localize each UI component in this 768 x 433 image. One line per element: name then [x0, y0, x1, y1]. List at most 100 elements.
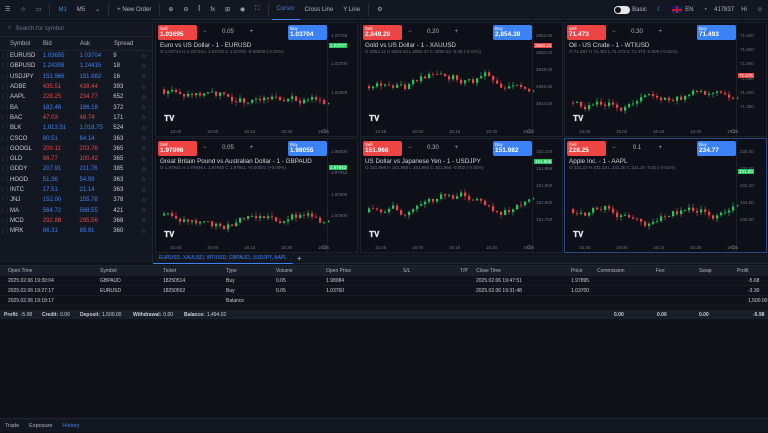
- col-spread[interactable]: Spread: [114, 41, 142, 47]
- watchlist-row[interactable]: ⋮⋮ INTC 17.51 21.14 363 ☆: [0, 185, 152, 195]
- minus-icon[interactable]: −: [197, 29, 213, 35]
- moon-icon[interactable]: ☾: [652, 0, 667, 20]
- template-icon[interactable]: ⊞: [220, 0, 235, 20]
- account-icon[interactable]: ◔: [699, 0, 713, 20]
- time-axis[interactable]: 15:45 16:00 16:15 16:30 16:45 ⊙: [565, 242, 738, 252]
- buy-button[interactable]: Buy 71.493: [697, 25, 736, 40]
- new-order-button[interactable]: + New Order: [112, 0, 156, 20]
- buy-button[interactable]: Buy 1.03704: [288, 25, 327, 40]
- candle-type-icon[interactable]: ⫿: [193, 0, 205, 20]
- minus-icon[interactable]: −: [606, 145, 622, 151]
- watchlist-row[interactable]: ⋮⋮ MA 564.72 568.55 421 ☆: [0, 205, 152, 215]
- time-axis[interactable]: 15:45 16:00 16:15 16:30 16:45 ⊙: [156, 126, 329, 136]
- drag-handle-icon[interactable]: ⋮⋮: [0, 63, 10, 69]
- timeframe-m5[interactable]: M5: [72, 0, 90, 20]
- chart-panel[interactable]: Sell|BuySell71.473 −0.30+ Buy71.493 Oil …: [564, 22, 767, 137]
- history-col-header[interactable]: Swap: [699, 268, 712, 274]
- chart-panel[interactable]: Sell|BuySell1.03695 −0.05+ Buy1.03704 Eu…: [155, 22, 358, 137]
- lot-stepper[interactable]: −0.1 +: [606, 145, 668, 151]
- lot-stepper[interactable]: −0.05 +: [197, 145, 259, 151]
- drag-handle-icon[interactable]: ⋮⋮: [0, 156, 10, 162]
- col-ask[interactable]: Ask: [80, 41, 114, 47]
- watchlist-row[interactable]: ⋮⋮ GBPUSD 1.24398 1.24415 18 ☆: [0, 61, 152, 71]
- candlestick-chart[interactable]: [571, 45, 739, 130]
- lot-value[interactable]: 0.30: [421, 145, 445, 151]
- menu-icon[interactable]: ☰: [0, 0, 15, 20]
- buy-button[interactable]: Buy 2,854.39: [493, 25, 532, 40]
- star-icon[interactable]: ☆: [141, 104, 152, 111]
- star-icon[interactable]: ☆: [141, 217, 152, 224]
- chart-panel[interactable]: Sell|BuySell2,849.29 −0.20+ Buy2,854.39 …: [360, 22, 563, 137]
- star-icon[interactable]: ☆: [141, 197, 152, 204]
- settings-icon[interactable]: ⊙: [527, 244, 532, 251]
- drag-handle-icon[interactable]: ⋮⋮: [0, 125, 10, 131]
- chart-panel[interactable]: Sell|BuySell228.25 −0.1+ Buy234.77 Apple…: [564, 138, 767, 253]
- history-col-header[interactable]: Volume: [276, 268, 293, 274]
- chart-panel[interactable]: Sell|BuySell1.97896 −0.05+ Buy1.98055 Gr…: [155, 138, 358, 253]
- history-col-header[interactable]: Price: [571, 268, 582, 274]
- watchlist-row[interactable]: ⋮⋮ USDJPY 151.966 151.982 16 ☆: [0, 72, 152, 82]
- language-select[interactable]: EN: [667, 0, 698, 20]
- sell-button[interactable]: Sell|BuySell2,849.29: [363, 25, 402, 40]
- star-icon[interactable]: ☆: [15, 0, 30, 20]
- tab-trade[interactable]: Trade: [0, 419, 24, 433]
- watchlist-row[interactable]: ⋮⋮ MCD 292.88 295.56 368 ☆: [0, 216, 152, 226]
- indicator-button[interactable]: fx: [205, 0, 220, 20]
- cursor-tool[interactable]: Cursor: [271, 0, 300, 20]
- minus-icon[interactable]: −: [402, 145, 418, 151]
- candlestick-chart[interactable]: [367, 161, 535, 246]
- price-axis[interactable]: 152.100 151.966 151.900 151.800 151.700 151.…: [532, 139, 562, 252]
- watchlist-row[interactable]: ⋮⋮ GOOGL 200.11 203.76 365 ☆: [0, 144, 152, 154]
- history-col-header[interactable]: Open Price: [326, 268, 351, 274]
- time-axis[interactable]: 15:45 16:00 16:15 16:30 16:45 ⊙: [565, 126, 738, 136]
- settings-icon[interactable]: ⊙: [322, 128, 327, 135]
- star-icon[interactable]: ☆: [141, 125, 152, 132]
- star-icon[interactable]: ☆: [141, 228, 152, 235]
- drag-handle-icon[interactable]: ⋮⋮: [0, 84, 10, 90]
- candlestick-chart[interactable]: [571, 161, 739, 246]
- watchlist-row[interactable]: ⋮⋮ ADBE 435.51 439.44 393 ☆: [0, 82, 152, 92]
- drag-handle-icon[interactable]: ⋮⋮: [0, 197, 10, 203]
- settings-icon[interactable]: ⊙: [731, 128, 736, 135]
- history-col-header[interactable]: S/L: [403, 268, 411, 274]
- crossline-tool[interactable]: Cross Line: [300, 0, 339, 20]
- tab-history[interactable]: History: [57, 419, 84, 433]
- mode-toggle[interactable]: Basic: [609, 0, 652, 20]
- settings-icon[interactable]: ⊙: [731, 244, 736, 251]
- history-col-header[interactable]: Symbol: [100, 268, 117, 274]
- drag-handle-icon[interactable]: ⋮⋮: [0, 115, 10, 121]
- watchlist-row[interactable]: ⋮⋮ BLK 1,013.51 1,018.75 524 ☆: [0, 123, 152, 133]
- drag-handle-icon[interactable]: ⋮⋮: [0, 177, 10, 183]
- chevron-down-icon[interactable]: ⌄: [90, 0, 105, 20]
- col-bid[interactable]: Bid: [43, 41, 80, 47]
- star-icon[interactable]: ☆: [141, 176, 152, 183]
- price-axis[interactable]: 1.03769 1.03700 1.03650 1.03707: [327, 23, 357, 136]
- user-icon[interactable]: ☺: [752, 0, 768, 20]
- watchlist-row[interactable]: ⋮⋮ CSCO 60.51 64.14 363 ☆: [0, 133, 152, 143]
- history-col-header[interactable]: Fee: [656, 268, 665, 274]
- watchlist-row[interactable]: ⋮⋮ AAPL 228.25 234.77 652 ☆: [0, 92, 152, 102]
- star-icon[interactable]: ☆: [141, 156, 152, 163]
- tab-exposure[interactable]: Exposure: [24, 419, 57, 433]
- watchlist-row[interactable]: ⋮⋮ BA 182.46 186.18 372 ☆: [0, 102, 152, 112]
- time-axis[interactable]: 15:45 16:00 16:15 16:30 16:45 ⊙: [361, 126, 534, 136]
- drag-handle-icon[interactable]: ⋮⋮: [0, 218, 10, 224]
- history-row[interactable]: 2025.02.06 19:30:04 GBPAUD 18250514 Buy 0.05…: [0, 276, 768, 286]
- plus-icon[interactable]: +: [448, 29, 464, 35]
- time-axis[interactable]: 15:45 16:00 16:15 16:30 16:45 ⊙: [156, 242, 329, 252]
- watchlist-row[interactable]: ⋮⋮ GLD 96.77 100.42 365 ☆: [0, 154, 152, 164]
- search-input[interactable]: ⌕ Search for symbol: [0, 21, 152, 37]
- star-icon[interactable]: ☆: [141, 114, 152, 121]
- drag-handle-icon[interactable]: ⋮⋮: [0, 94, 10, 100]
- drag-handle-icon[interactable]: ⋮⋮: [0, 146, 10, 152]
- drag-handle-icon[interactable]: ⋮⋮: [0, 74, 10, 80]
- zoom-in-icon[interactable]: ⊕: [163, 0, 178, 20]
- price-axis[interactable]: 71.600 71.550 71.500 71.450 71.400 71.350 71.…: [736, 23, 766, 136]
- watchlist-row[interactable]: ⋮⋮ EURUSD 1.03695 1.03704 9 ☆: [0, 51, 152, 61]
- camera-icon[interactable]: ◉: [235, 0, 250, 20]
- drag-handle-icon[interactable]: ⋮⋮: [0, 136, 10, 142]
- lot-stepper[interactable]: −0.05 +: [197, 29, 259, 35]
- drag-handle-icon[interactable]: ⋮⋮: [0, 208, 10, 214]
- watchlist-row[interactable]: ⋮⋮ BAC 47.03 48.74 171 ☆: [0, 113, 152, 123]
- timeframe-m1[interactable]: M1: [53, 0, 71, 20]
